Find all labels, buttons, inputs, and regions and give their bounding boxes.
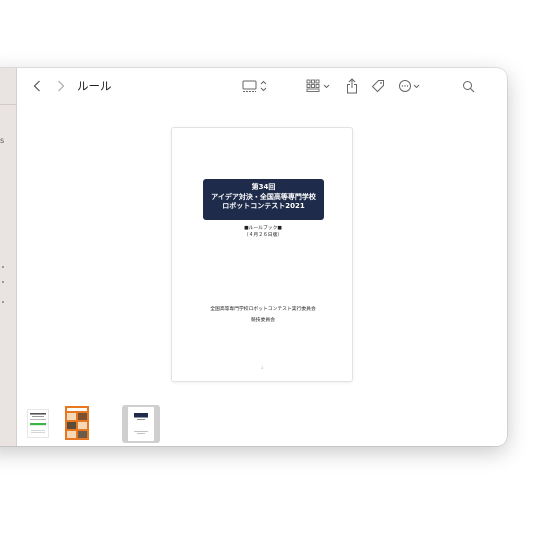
document-thumbnail [65, 406, 89, 440]
more-actions-button[interactable] [398, 78, 424, 94]
search-button[interactable] [460, 78, 476, 94]
desktop: s ルール 第34回 アイデア対決・全国高等専門学校 ロボットコンテスト2021… [0, 0, 540, 540]
tag-icon [371, 80, 384, 93]
gallery-view-icon [242, 80, 267, 92]
sidebar-marker [2, 301, 4, 303]
document-title-line: 第34回 [251, 183, 276, 191]
sidebar-item-fragment[interactable]: s [0, 136, 4, 145]
thumbnail-strip [17, 403, 507, 446]
document-title-box: 第34回 アイデア対決・全国高等専門学校 ロボットコンテスト2021 [203, 179, 324, 220]
window-title: ルール [77, 79, 112, 93]
document-org-line: 競技委員会 [251, 318, 275, 323]
document-org-line: 全国高等専門学校ロボットコンテスト実行委員会 [210, 307, 316, 312]
finder-window: s ルール 第34回 アイデア対決・全国高等専門学校 ロボットコンテスト2021… [0, 68, 507, 446]
page-number: 1 [261, 366, 264, 370]
document-thumbnail [128, 407, 154, 441]
back-button[interactable] [31, 79, 43, 93]
sidebar-marker [2, 281, 4, 283]
toolbar: ルール [17, 68, 507, 104]
document-title-line: アイデア対決・全国高等専門学校 [211, 192, 316, 201]
thumbnail-2[interactable] [65, 406, 89, 444]
document-preview[interactable]: 第34回 アイデア対決・全国高等専門学校 ロボットコンテスト2021 ■ルールブ… [171, 127, 353, 382]
thumbnail-3-selected[interactable] [122, 405, 160, 443]
search-icon [462, 80, 474, 92]
sidebar: s [0, 68, 17, 446]
view-mode-button[interactable] [242, 79, 270, 93]
document-edition: （４月２６日版） [243, 233, 283, 238]
share-button[interactable] [345, 77, 359, 95]
chevron-left-icon [33, 80, 40, 92]
sidebar-separator [0, 104, 17, 105]
thumbnail-1[interactable] [27, 409, 49, 442]
ellipsis-circle-icon [399, 80, 420, 92]
sidebar-marker [2, 266, 4, 268]
grid-icon [306, 79, 330, 92]
share-icon [347, 78, 357, 94]
tag-button[interactable] [370, 78, 386, 94]
chevron-right-icon [58, 80, 65, 92]
document-subtitle: ■ルールブック■ [244, 226, 282, 231]
group-by-button[interactable] [306, 79, 332, 93]
document-thumbnail [27, 409, 49, 438]
document-title-line: ロボットコンテスト2021 [222, 202, 305, 210]
forward-button[interactable] [55, 79, 67, 93]
